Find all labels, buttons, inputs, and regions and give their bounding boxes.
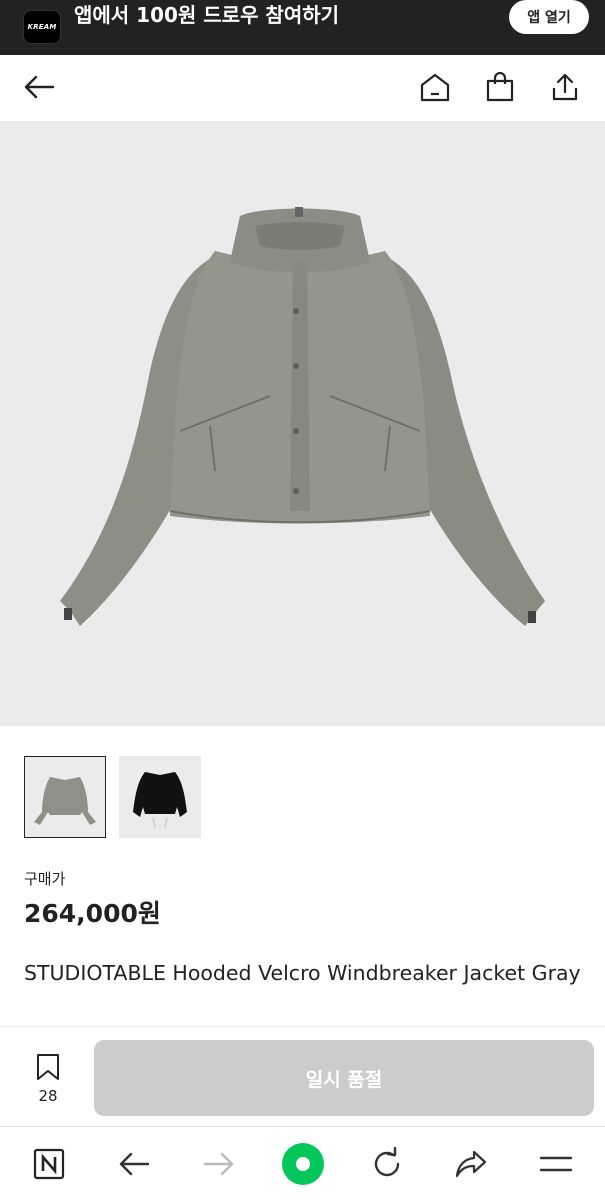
menu-icon[interactable] — [534, 1142, 578, 1186]
page: KREAM 앱에서 100원 드로우 참여하기 앱 열기 구매가 264,000… — [0, 0, 605, 1200]
forward-arrow-icon[interactable] — [197, 1142, 241, 1186]
browser-nav-bar — [0, 1126, 605, 1200]
bookmark-button[interactable]: 28 — [24, 1053, 72, 1105]
product-image[interactable] — [0, 121, 605, 726]
share-icon[interactable] — [547, 69, 583, 105]
promo-text: 앱에서 100원 드로우 참여하기 — [74, 3, 340, 27]
gray-jacket-image — [60, 207, 545, 626]
thumbnail-strip — [24, 756, 201, 838]
back-arrow-icon[interactable] — [112, 1142, 156, 1186]
kream-logo: KREAM — [23, 10, 61, 44]
share-arrow-icon[interactable] — [449, 1142, 493, 1186]
price-label: 구매가 — [24, 870, 66, 888]
app-promo-banner[interactable]: KREAM 앱에서 100원 드로우 참여하기 앱 열기 — [0, 0, 605, 55]
shopping-bag-icon[interactable] — [482, 69, 518, 105]
product-header — [0, 55, 605, 121]
bookmark-count: 28 — [38, 1087, 58, 1105]
bookmark-icon — [35, 1053, 61, 1085]
soldout-button[interactable]: 일시 품절 — [94, 1040, 594, 1116]
black-jacket-thumbnail[interactable] — [119, 756, 201, 838]
product-price: 264,000원 — [24, 899, 161, 928]
product-title: STUDIOTABLE Hooded Velcro Windbreaker Ja… — [24, 961, 581, 985]
open-app-button[interactable]: 앱 열기 — [509, 0, 589, 34]
purchase-action-bar: 28 일시 품절 — [0, 1026, 605, 1126]
green-dot-icon[interactable] — [281, 1142, 325, 1186]
naver-n-icon[interactable] — [27, 1142, 71, 1186]
gray-jacket-thumbnail[interactable] — [24, 756, 106, 838]
back-arrow-icon[interactable] — [21, 69, 57, 105]
refresh-icon[interactable] — [365, 1142, 409, 1186]
home-icon[interactable] — [417, 69, 453, 105]
